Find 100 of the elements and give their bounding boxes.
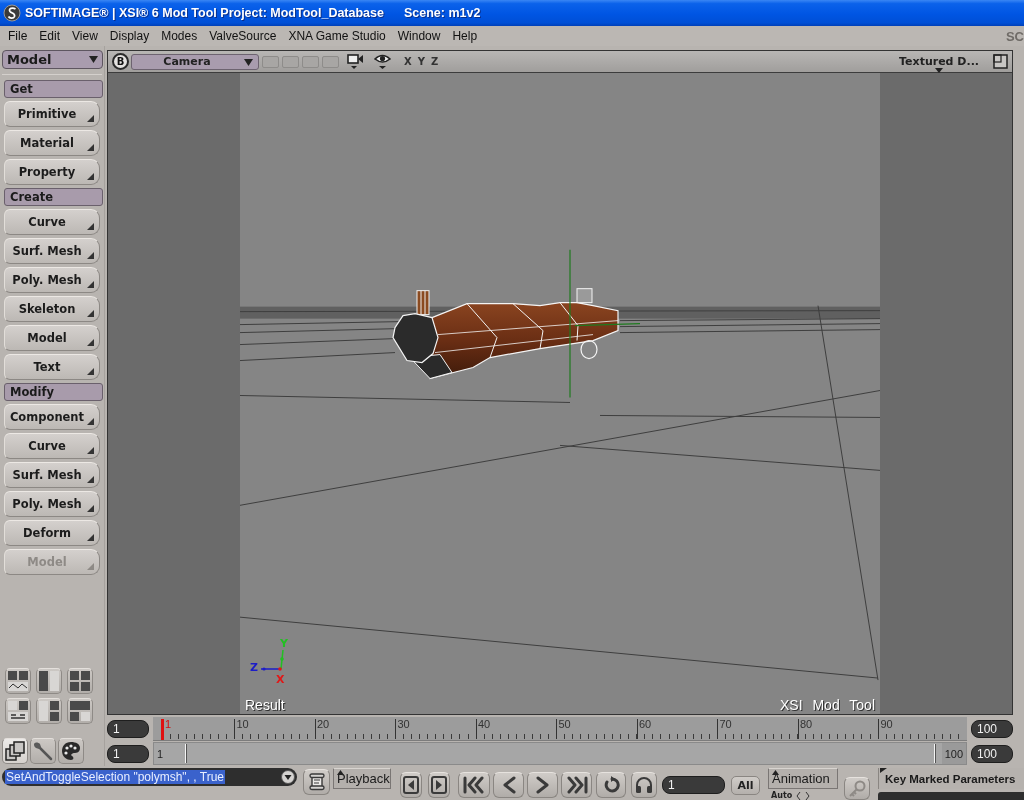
skip-to-start-icon (463, 776, 485, 794)
tool-button[interactable]: Skeleton (4, 296, 100, 322)
display-mode-dropdown[interactable]: Textured D... (897, 52, 981, 71)
tool-button[interactable]: Primitive (4, 101, 100, 127)
maximize-button[interactable] (993, 54, 1008, 69)
frame-number: 10 (236, 718, 249, 730)
video-camera-icon (347, 53, 364, 70)
loop-icon (602, 776, 620, 794)
tool-button[interactable]: Poly. Mesh (4, 267, 100, 293)
mode-dropdown[interactable]: Model (2, 50, 103, 69)
corner-triangle-icon (87, 563, 94, 570)
menu-item[interactable]: XNA Game Studio (282, 29, 392, 43)
section-header[interactable]: Create (4, 188, 103, 206)
frame-number: 80 (800, 718, 813, 730)
transport-button[interactable] (428, 772, 450, 798)
command-line-field[interactable]: SetAndToggleSelection "polymsh", , True (2, 768, 297, 786)
camera-dropdown[interactable]: Camera (131, 53, 259, 70)
viewport-canvas[interactable]: Y Z X Result XSI Mod Tool (108, 73, 1012, 714)
eye-icon (374, 53, 391, 70)
tool-button[interactable]: Property (4, 159, 100, 185)
menu-triangle-icon (337, 770, 344, 775)
tool-button[interactable]: Curve (4, 209, 100, 235)
range-start-label: 1 (156, 747, 164, 760)
menu-item[interactable]: Help (446, 29, 484, 43)
menu-item[interactable]: ValveSource (203, 29, 283, 43)
corner-triangle-icon (87, 173, 94, 180)
range-out-handle[interactable] (933, 744, 936, 763)
range-in-handle[interactable] (184, 744, 187, 763)
tool-button[interactable]: Surf. Mesh (4, 462, 100, 488)
chevron-left-icon[interactable] (796, 791, 802, 800)
corner-triangle-icon (87, 339, 94, 346)
pass-label: Result (245, 697, 285, 713)
axis-gizmo-icon (260, 649, 284, 671)
axis-toggle[interactable]: Z (429, 56, 440, 67)
panel-tab[interactable] (2, 738, 28, 764)
buffer-button[interactable]: B (112, 53, 129, 70)
menu-item[interactable]: Edit (33, 29, 67, 43)
layout-button[interactable] (5, 668, 31, 694)
layout-button[interactable] (5, 698, 31, 724)
panel-tab[interactable] (30, 738, 56, 764)
headphones-icon (635, 776, 653, 794)
range-slider-track[interactable]: 1 100 (153, 742, 967, 765)
scope-button[interactable]: All (731, 776, 760, 795)
layout-button[interactable] (36, 698, 62, 724)
tool-button[interactable]: Component (4, 404, 100, 430)
end-frame-field[interactable]: 100 (971, 720, 1013, 738)
top-pane-layout-icon (70, 701, 90, 721)
frame-number: 20 (316, 718, 330, 730)
corner-triangle-icon (87, 447, 94, 454)
menu-item[interactable]: View (66, 29, 104, 43)
layout-button[interactable] (67, 698, 93, 724)
playhead-marker[interactable] (161, 719, 164, 740)
transport-button[interactable] (400, 772, 422, 798)
layout-button[interactable] (36, 668, 62, 694)
maximize-icon (993, 54, 1008, 69)
tool-button[interactable]: Poly. Mesh (4, 491, 100, 517)
camera-button[interactable] (347, 53, 364, 70)
menu-item[interactable]: File (2, 29, 34, 43)
start-frame-field[interactable]: 1 (107, 720, 149, 738)
caret-icon (244, 58, 253, 66)
tool-button[interactable]: Deform (4, 520, 100, 546)
axis-toggle[interactable]: Y (416, 56, 426, 67)
transport-button[interactable] (561, 772, 592, 798)
menu-item[interactable]: Window (391, 29, 447, 43)
menu-item[interactable]: Modes (155, 29, 204, 43)
animation-menu-button[interactable]: Animation (768, 768, 838, 789)
app-logo-icon (3, 4, 21, 22)
axis-label: Y (280, 637, 288, 650)
scroll-icon (306, 773, 327, 791)
current-frame-field[interactable]: 1 (662, 776, 725, 794)
axis-label: X (276, 673, 285, 686)
frame-number: 70 (719, 718, 732, 730)
script-editor-button[interactable] (303, 769, 330, 795)
layout-button[interactable] (67, 668, 93, 694)
tool-button[interactable]: Model (4, 325, 100, 351)
transport-button[interactable] (527, 772, 558, 798)
panel-tab[interactable] (58, 738, 84, 764)
transport-button[interactable] (631, 772, 657, 798)
playback-menu-button[interactable]: Playback (333, 768, 391, 789)
two-column-layout-icon (39, 671, 59, 691)
timeline-ruler[interactable]: 1 10 20 30 40 50 60 70 80 90 (153, 717, 967, 741)
range-end-field[interactable]: 100 (971, 744, 1013, 763)
edge-text: SC (1005, 28, 1024, 44)
section-header[interactable]: Get (4, 80, 103, 98)
tool-button[interactable]: Surf. Mesh (4, 238, 100, 264)
tool-button[interactable]: Curve (4, 433, 100, 459)
transport-button[interactable] (493, 772, 524, 798)
skip-to-end-icon (565, 776, 588, 794)
tool-button[interactable]: Material (4, 130, 100, 156)
auto-key-label[interactable]: Auto (771, 791, 793, 800)
tool-button[interactable]: Text (4, 354, 100, 380)
axis-toggle[interactable]: X (403, 56, 413, 67)
chevron-right-icon[interactable] (805, 791, 811, 800)
range-start-field[interactable]: 1 (107, 744, 149, 763)
visibility-button[interactable] (374, 53, 391, 70)
transport-button[interactable] (596, 772, 626, 798)
section-header[interactable]: Modify (4, 383, 103, 401)
transport-button[interactable] (458, 772, 490, 798)
menu-item[interactable]: Display (103, 29, 156, 43)
key-list-field[interactable] (878, 792, 1024, 800)
